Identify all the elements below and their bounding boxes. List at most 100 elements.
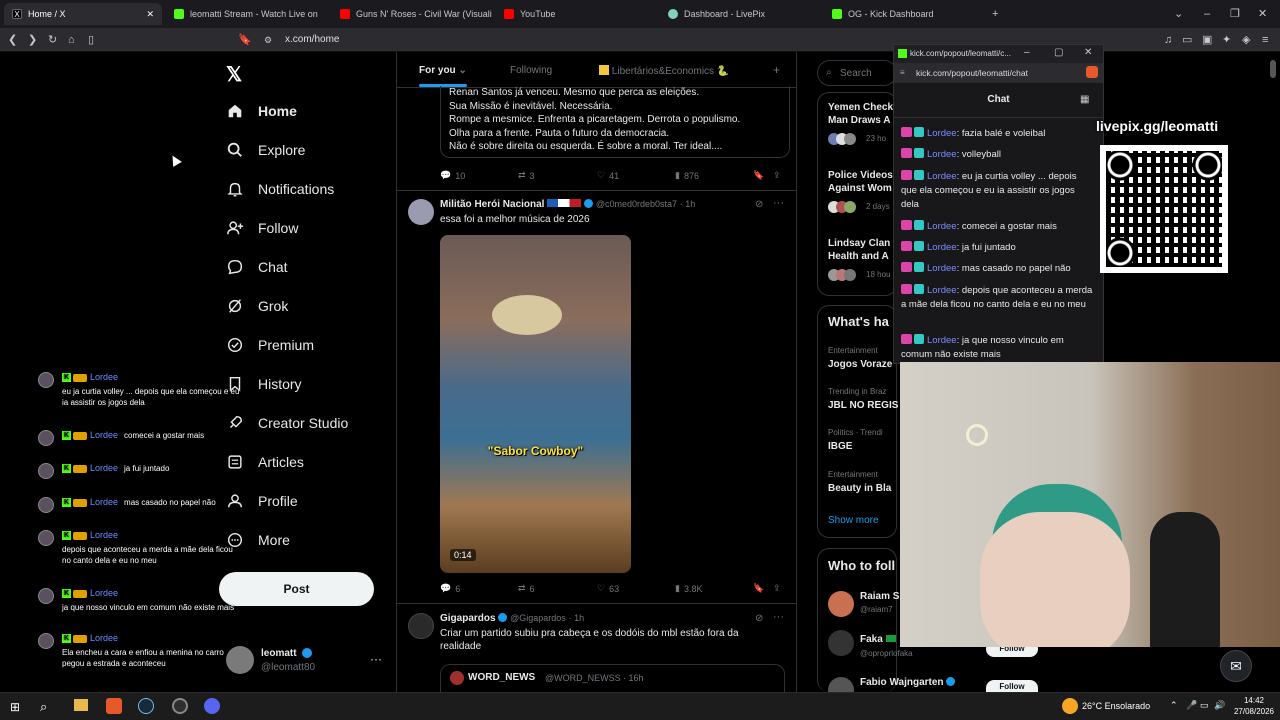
- windows-start-icon[interactable]: ⊞: [10, 700, 20, 714]
- brave-shield-icon[interactable]: [1086, 66, 1098, 78]
- file-explorer-icon[interactable]: [74, 699, 88, 711]
- tab-youtube[interactable]: YouTube: [496, 3, 656, 25]
- chat-username[interactable]: Lordee: [927, 263, 957, 274]
- reader-icon[interactable]: ▭: [1182, 34, 1192, 46]
- tab-for-you[interactable]: For you ⌄: [419, 65, 467, 76]
- more-icon[interactable]: ···: [773, 197, 784, 209]
- account-menu-icon[interactable]: ···: [370, 652, 382, 666]
- tweet-video[interactable]: "Sabor Cowboy" 0:14: [440, 235, 631, 573]
- repost-button[interactable]: ⇄ 6: [518, 583, 535, 594]
- bookmark-button[interactable]: 🔖: [753, 170, 764, 181]
- news-title[interactable]: Police Videos Against Wom: [828, 169, 894, 195]
- views-button[interactable]: ▮ 876: [675, 170, 699, 181]
- close-tab-icon[interactable]: ✕: [146, 9, 154, 20]
- clock-time[interactable]: 14:42: [1234, 696, 1274, 705]
- extensions-icon[interactable]: ✦: [1222, 34, 1231, 46]
- scrollbar-thumb[interactable]: [1270, 60, 1276, 78]
- reply-button[interactable]: 💬 6: [440, 583, 460, 594]
- grok-icon[interactable]: ⊘: [755, 199, 763, 210]
- share-button[interactable]: ⇪: [773, 170, 781, 181]
- url-field[interactable]: x.com/home: [285, 34, 339, 45]
- nav-notifications[interactable]: Notifications: [226, 177, 334, 201]
- grok-icon[interactable]: ⊘: [755, 613, 763, 624]
- tab-community[interactable]: Libertários&Economics 🐍: [599, 65, 729, 77]
- chat-username[interactable]: Lordee: [927, 221, 957, 232]
- x-logo-icon[interactable]: 𝕏: [226, 62, 242, 87]
- trend-name[interactable]: Jogos Voraze: [828, 359, 892, 370]
- brave-browser-icon[interactable]: [106, 698, 122, 714]
- author-name[interactable]: Militão Herói Nacional: [440, 199, 544, 210]
- minimize-icon[interactable]: –: [1024, 47, 1030, 58]
- wallet-icon[interactable]: ▣: [1202, 34, 1212, 46]
- like-button[interactable]: ♡ 63: [597, 583, 619, 594]
- steam-icon[interactable]: [138, 698, 154, 714]
- add-tab-icon[interactable]: +: [773, 63, 780, 77]
- chat-username[interactable]: Lordee: [927, 285, 957, 296]
- tweet-time[interactable]: · 1h: [569, 613, 585, 623]
- chevron-up-icon[interactable]: ⌃: [1170, 700, 1178, 711]
- minimize-icon[interactable]: –: [1204, 8, 1210, 20]
- nav-creator-studio[interactable]: Creator Studio: [226, 411, 348, 435]
- tab-following[interactable]: Following: [510, 65, 552, 76]
- site-info-icon[interactable]: ≡: [900, 68, 905, 77]
- chat-username[interactable]: Lordee: [927, 171, 957, 182]
- follow-name[interactable]: Faka: [860, 634, 896, 645]
- nav-chat[interactable]: Chat: [226, 255, 288, 279]
- forward-icon[interactable]: ❯: [28, 34, 37, 46]
- nav-explore[interactable]: Explore: [226, 138, 305, 162]
- tab-home-x[interactable]: X Home / X ✕: [4, 3, 162, 25]
- sidebar-icon[interactable]: ▯: [88, 34, 94, 46]
- author-handle[interactable]: @Gigapardos: [510, 613, 566, 623]
- gift-icon[interactable]: ▦: [1080, 94, 1089, 105]
- nav-home[interactable]: Home: [226, 99, 297, 123]
- network-icon[interactable]: ▭: [1200, 700, 1209, 711]
- nav-follow[interactable]: Follow: [226, 216, 298, 240]
- bookmark-icon[interactable]: 🔖: [238, 34, 252, 46]
- popup-url[interactable]: kick.com/popout/leomatti/chat: [916, 68, 1028, 78]
- share-button[interactable]: ⇪: [773, 583, 781, 594]
- site-info-icon[interactable]: ⚙: [264, 34, 272, 46]
- nav-premium[interactable]: Premium: [226, 333, 314, 357]
- author-handle[interactable]: @c0med0rdeb0sta7: [596, 199, 677, 209]
- search-input[interactable]: ⌕ Search: [817, 60, 897, 86]
- repost-button[interactable]: ⇄ 3: [518, 170, 535, 181]
- volume-icon[interactable]: 🔊: [1214, 700, 1225, 711]
- obs-icon[interactable]: [172, 698, 188, 714]
- follow-name[interactable]: Fabio Wajngarten: [860, 677, 956, 688]
- avatar[interactable]: [408, 613, 434, 639]
- tab-kick-stream[interactable]: leomatti Stream - Watch Live on: [166, 3, 326, 25]
- news-title[interactable]: Yemen Check Man Draws A: [828, 101, 894, 127]
- author-name[interactable]: Gigapardos: [440, 613, 496, 624]
- chat-username[interactable]: Lordee: [927, 242, 957, 253]
- tab-list-icon[interactable]: ⌄: [1174, 8, 1183, 20]
- avatar[interactable]: [408, 199, 434, 225]
- close-window-icon[interactable]: ✕: [1258, 8, 1267, 20]
- more-icon[interactable]: ···: [773, 611, 784, 623]
- reload-icon[interactable]: ↻: [48, 34, 57, 46]
- reply-button[interactable]: 💬 10: [440, 170, 465, 181]
- tab-kick-dashboard[interactable]: OG - Kick Dashboard: [824, 3, 984, 25]
- avatar[interactable]: [828, 630, 854, 656]
- menu-icon[interactable]: ≡: [1262, 34, 1268, 46]
- maximize-icon[interactable]: ▢: [1054, 47, 1063, 58]
- clock-date[interactable]: 27/08/2026: [1230, 707, 1278, 716]
- show-more-link[interactable]: Show more: [828, 515, 879, 526]
- views-button[interactable]: ▮ 3.8K: [675, 583, 702, 594]
- nav-grok[interactable]: Grok: [226, 294, 288, 318]
- messages-fab-icon[interactable]: ✉: [1220, 650, 1252, 682]
- tab-youtube-gnr[interactable]: Guns N' Roses - Civil War (Visuali: [332, 3, 492, 25]
- search-icon[interactable]: ⌕: [40, 699, 47, 715]
- bookmark-button[interactable]: 🔖: [753, 583, 764, 594]
- maximize-icon[interactable]: ❐: [1230, 8, 1240, 20]
- tweet-time[interactable]: · 1h: [680, 199, 696, 209]
- quoted-tweet-text[interactable]: Renan Santos já venceu. Mesmo que perca …: [440, 86, 790, 158]
- trend-name[interactable]: Beauty in Bla: [828, 483, 891, 494]
- music-icon[interactable]: ♫: [1164, 34, 1172, 46]
- new-tab-icon[interactable]: +: [992, 8, 998, 20]
- quoted-tweet[interactable]: WORD_NEWS @WORD_NEWSS · 16h: [440, 664, 785, 692]
- microphone-icon[interactable]: 🎤: [1186, 700, 1197, 711]
- account-name[interactable]: leomatt: [261, 648, 297, 659]
- weather-text[interactable]: 26°C Ensolarado: [1082, 701, 1150, 711]
- follow-name[interactable]: Raiam S: [860, 591, 899, 602]
- discord-icon[interactable]: [204, 698, 220, 714]
